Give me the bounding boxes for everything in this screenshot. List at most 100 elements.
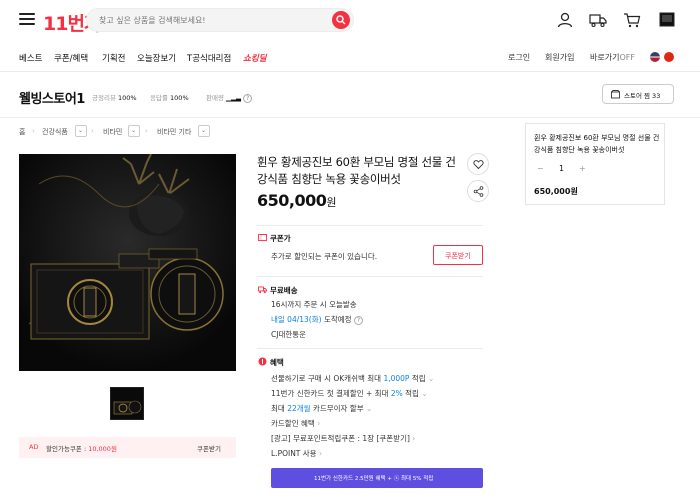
coupon-icon — [258, 234, 267, 241]
store-bar: 웰빙스토어1 긍정리뷰 100% 응답률 100% 판매량 ▁▂▃ ? 스토어 … — [0, 72, 700, 118]
heart-icon — [473, 160, 484, 170]
delivery-truck-icon[interactable] — [589, 11, 607, 29]
breadcrumb-home[interactable]: 홈 — [19, 127, 25, 137]
breadcrumb-dropdown-2[interactable]: ⌄ — [128, 125, 140, 137]
chevron-right-icon: › — [412, 434, 416, 443]
benefit-section-title: 혜택 — [270, 358, 284, 367]
product-thumbnail[interactable] — [110, 387, 144, 420]
stat-sales-label: 판매량 — [206, 94, 224, 102]
shortcut-toggle[interactable]: 바로가기OFF — [590, 52, 635, 63]
us-flag-icon[interactable] — [650, 52, 660, 62]
benefit-1-highlight: 1,000P — [383, 374, 410, 383]
benefit-point-coupon[interactable]: [광고] 무료포인트적립쿠폰 : 1장 [쿠폰받기] › — [271, 433, 415, 444]
nav-t-store[interactable]: T공식대리점 — [187, 52, 231, 64]
benefit-3-prefix: 최대 — [271, 404, 288, 413]
benefit-5-text: [광고] 무료포인트적립쿠폰 : 1장 [쿠폰받기] — [271, 434, 410, 443]
ad-coupon-prefix: 할인가능쿠폰 : — [46, 445, 89, 453]
chevron-down-icon: ⌄ — [421, 389, 428, 398]
sales-bars-icon: ▁▂▃ — [226, 94, 242, 102]
search-button[interactable] — [332, 11, 350, 29]
breadcrumb-vitamin-etc[interactable]: 비타민 기타 — [157, 127, 191, 137]
nav-coupon[interactable]: 쿠폰/혜택 — [54, 52, 88, 64]
menu-icon[interactable] — [19, 13, 35, 25]
benefit-1-prefix: 선물하기로 구매 시 OK캐쉬백 최대 — [271, 374, 384, 383]
nav-best[interactable]: 베스트 — [19, 52, 42, 64]
banner-text: 11번가 신한카드 2.5만원 혜택 + ⓢ 최대 5% 적립 — [314, 476, 434, 482]
product-photo — [19, 154, 236, 371]
breadcrumb-vitamin[interactable]: 비타민 — [103, 127, 122, 137]
store-favorite-button[interactable]: 스토어 찜 33 — [602, 84, 674, 104]
wishlist-button[interactable] — [467, 153, 489, 175]
login-link[interactable]: 로그인 — [508, 52, 530, 63]
chevron-down-icon: ⌄ — [366, 404, 373, 413]
benefit-2-suffix: 적립 — [402, 389, 419, 398]
signup-link[interactable]: 회원가입 — [545, 52, 574, 63]
category-nav: 베스트 쿠폰/혜택 기획전 오늘장보기 T공식대리점 쇼킹딜 로그인 회원가입 … — [0, 40, 700, 72]
breadcrumb-health[interactable]: 건강식품 — [42, 127, 68, 137]
delivery-cutoff: 16시까지 주문 시 오늘발송 — [271, 300, 357, 309]
chevron-right-icon: › — [318, 449, 322, 458]
ad-coupon-button[interactable]: 쿠폰받기 — [197, 443, 221, 453]
breadcrumb-dropdown-3[interactable]: ⌄ — [198, 125, 210, 137]
share-icon — [473, 186, 484, 197]
benefit-3-suffix: 카드무이자 할부 — [310, 404, 364, 413]
shortcut-label: 바로가기 — [590, 53, 620, 62]
ad-coupon-text: 할인가능쿠폰 : 10,000원 — [46, 443, 117, 453]
cart-icon[interactable] — [623, 11, 641, 29]
nav-shocking-deal[interactable]: 쇼킹딜 — [243, 52, 266, 64]
benefit-shinhan-card[interactable]: 11번가 신한카드 첫 결제할인 + 최대 2% 적립 ⌄ — [271, 388, 428, 399]
user-icon[interactable] — [556, 11, 574, 29]
quantity-stepper: − 1 + — [534, 161, 586, 177]
recent-viewed-icon[interactable] — [658, 11, 676, 29]
benefit-2-prefix: 11번가 신한카드 첫 결제할인 + 최대 — [271, 389, 391, 398]
quantity-plus-button[interactable]: + — [579, 164, 586, 173]
quantity-minus-button[interactable]: − — [537, 164, 544, 173]
share-button[interactable] — [467, 180, 489, 202]
shinhan-card-banner[interactable]: 11번가 신한카드 2.5만원 혜택 + ⓢ 최대 5% 적립 — [271, 468, 483, 488]
breadcrumb-separator: › — [145, 127, 148, 135]
get-coupon-button[interactable]: 쿠폰받기 — [433, 245, 483, 265]
delivery-courier: CJ대한통운 — [271, 330, 307, 339]
benefit-ok-cashbag[interactable]: 선물하기로 구매 시 OK캐쉬백 최대 1,000P 적립 ⌄ — [271, 373, 434, 384]
side-product-title: 휜우 황제공진보 60환 부모님 명절 선물 건강식품 침향단 녹용 꽃송이버섯 — [534, 134, 660, 154]
benefit-1-suffix: 적립 — [409, 374, 426, 383]
search-icon — [336, 15, 346, 25]
benefit-4-text: 카드할인 혜택 — [271, 419, 315, 428]
help-icon[interactable]: ? — [353, 315, 363, 325]
store-name[interactable]: 웰빙스토어1 — [19, 88, 85, 107]
divider — [257, 276, 483, 277]
truck-icon — [258, 286, 267, 294]
quantity-value[interactable]: 1 — [559, 164, 564, 173]
help-icon[interactable]: ? — [243, 93, 253, 103]
product-main-image[interactable] — [19, 154, 236, 371]
delivery-eta: 내일 04/13(화) 도착예정 ? — [271, 314, 363, 325]
divider — [257, 348, 483, 349]
chevron-down-icon: ⌄ — [428, 374, 435, 383]
benefit-lpoint[interactable]: L.POINT 사용 › — [271, 448, 322, 459]
stat-review-label: 긍정리뷰 — [92, 94, 116, 102]
breadcrumb-separator: › — [32, 127, 35, 135]
coupon-section-desc: 추가로 할인되는 쿠폰이 있습니다. — [271, 252, 378, 261]
stat-response-value: 100% — [170, 94, 189, 102]
breadcrumb-dropdown-1[interactable]: ⌄ — [75, 125, 87, 137]
benefit-card-discount[interactable]: 카드할인 혜택 › — [271, 418, 320, 429]
product-price: 650,000원 — [257, 191, 336, 210]
chevron-right-icon: › — [317, 419, 321, 428]
search-input[interactable] — [99, 13, 319, 28]
price-value: 650,000 — [257, 191, 327, 210]
nav-exhibition[interactable]: 기획전 — [102, 52, 125, 64]
store-stat-sales: 판매량 ▁▂▃ ? — [206, 92, 253, 103]
shortcut-state: OFF — [619, 53, 635, 62]
stat-response-label: 응답률 — [150, 94, 168, 102]
coupon-section-title: 쿠폰가 — [270, 234, 291, 243]
benefit-installment[interactable]: 최대 22개월 카드무이자 할부 ⌄ — [271, 403, 372, 414]
delivery-date-suffix: 도착예정 — [321, 315, 352, 324]
nav-grocery[interactable]: 오늘장보기 — [137, 52, 176, 64]
chevron-down-icon: ⌄ — [131, 127, 137, 134]
store-favorite-label: 스토어 찜 33 — [624, 92, 661, 100]
benefit-6-text: L.POINT 사용 — [271, 449, 317, 458]
store-stat-review: 긍정리뷰 100% — [92, 92, 137, 102]
breadcrumb-separator: › — [91, 127, 94, 135]
china-flag-icon[interactable] — [664, 52, 674, 62]
ad-coupon-bar[interactable]: AD 할인가능쿠폰 : 10,000원 쿠폰받기 — [19, 437, 236, 458]
